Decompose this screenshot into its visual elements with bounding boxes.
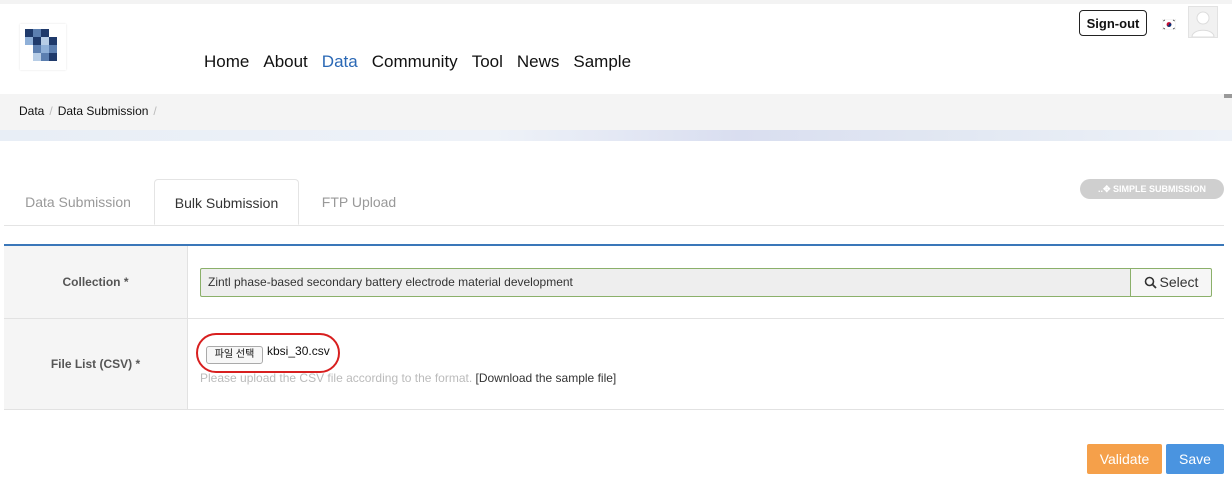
collection-label: Collection * bbox=[4, 246, 188, 318]
site-header: Home About Data Community Tool News Samp… bbox=[0, 0, 1232, 94]
site-logo[interactable] bbox=[20, 24, 66, 70]
file-list-label: File List (CSV) * bbox=[4, 319, 188, 409]
nav-data[interactable]: Data bbox=[322, 53, 358, 71]
main-nav: Home About Data Community Tool News Samp… bbox=[204, 53, 631, 71]
user-avatar-icon[interactable] bbox=[1188, 6, 1218, 38]
breadcrumb-band: Data / Data Submission / bbox=[0, 94, 1232, 141]
select-collection-button[interactable]: Select bbox=[1130, 268, 1212, 297]
breadcrumb-separator: / bbox=[49, 104, 53, 118]
breadcrumb-data-submission[interactable]: Data Submission bbox=[58, 104, 149, 118]
logo-mosaic-icon bbox=[25, 29, 57, 61]
move-icon: ..✥ bbox=[1097, 184, 1114, 194]
select-button-label: Select bbox=[1159, 274, 1199, 290]
search-icon bbox=[1144, 276, 1157, 289]
download-sample-link[interactable]: [Download the sample file] bbox=[476, 371, 617, 385]
upload-hint-text: Please upload the CSV file according to … bbox=[200, 371, 473, 385]
validate-button[interactable]: Validate bbox=[1087, 444, 1162, 474]
nav-home[interactable]: Home bbox=[204, 53, 249, 71]
submission-tabs: Data Submission Bulk Submission FTP Uplo… bbox=[4, 179, 1224, 226]
collection-row: Collection * Zintl phase-based secondary… bbox=[4, 246, 1224, 319]
simple-submission-label: SIMPLE SUBMISSION bbox=[1113, 184, 1207, 194]
collection-field[interactable]: Zintl phase-based secondary battery elec… bbox=[200, 268, 1130, 297]
bulk-submission-form: Collection * Zintl phase-based secondary… bbox=[4, 244, 1224, 410]
upload-hint: Please upload the CSV file according to … bbox=[200, 371, 616, 385]
decorative-corner bbox=[1224, 94, 1232, 98]
tab-bulk-submission[interactable]: Bulk Submission bbox=[154, 179, 299, 225]
red-highlight-annotation bbox=[196, 333, 340, 373]
nav-tool[interactable]: Tool bbox=[472, 53, 503, 71]
breadcrumb-data[interactable]: Data bbox=[19, 104, 44, 118]
save-button[interactable]: Save bbox=[1166, 444, 1224, 474]
breadcrumb: Data / Data Submission / bbox=[19, 104, 162, 118]
nav-community[interactable]: Community bbox=[372, 53, 458, 71]
tab-ftp-upload[interactable]: FTP Upload bbox=[300, 179, 418, 225]
sign-out-button[interactable]: Sign-out bbox=[1079, 10, 1147, 36]
simple-submission-button[interactable]: ..✥ SIMPLE SUBMISSION bbox=[1080, 179, 1224, 199]
file-list-row: File List (CSV) * bbox=[4, 319, 1224, 410]
korea-flag-icon[interactable] bbox=[1161, 17, 1177, 31]
nav-sample[interactable]: Sample bbox=[573, 53, 631, 71]
decorative-stripe bbox=[0, 130, 1232, 141]
nav-news[interactable]: News bbox=[517, 53, 560, 71]
tab-data-submission[interactable]: Data Submission bbox=[4, 179, 152, 225]
header-top-line bbox=[0, 0, 1232, 4]
nav-about[interactable]: About bbox=[263, 53, 307, 71]
breadcrumb-separator: / bbox=[153, 104, 157, 118]
